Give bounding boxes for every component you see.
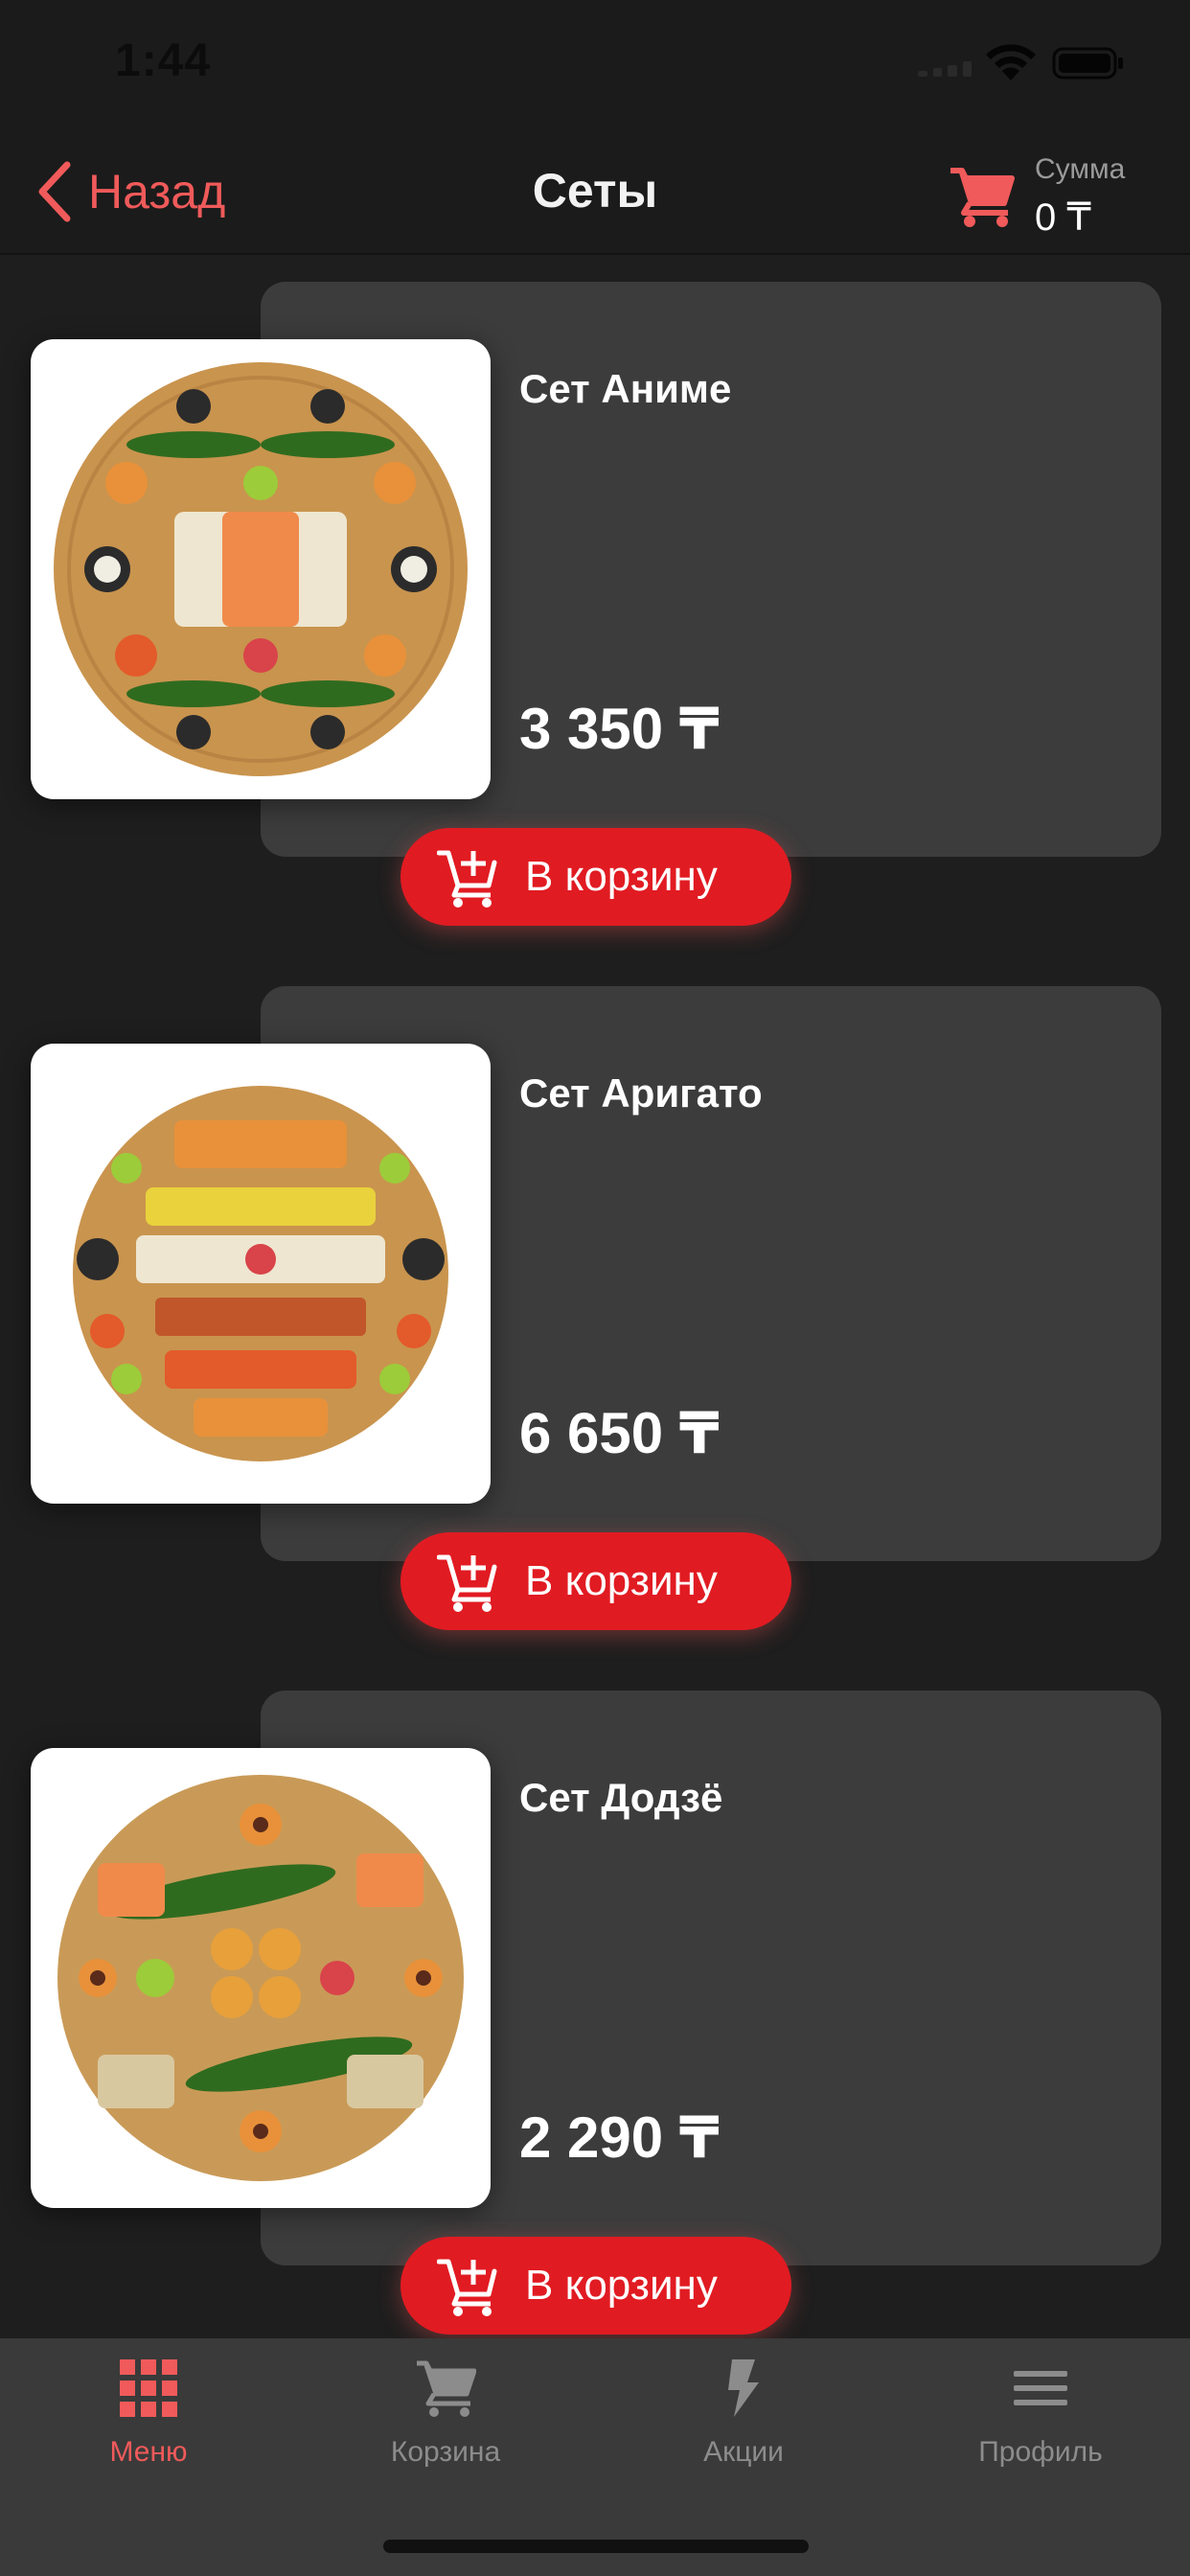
sum-value: 0 ₸ [1035, 196, 1091, 239]
cart-icon [417, 2360, 476, 2417]
add-to-cart-label: В корзину [525, 1557, 718, 1604]
product-name: Сет Аригато [519, 1070, 763, 1116]
tab-promotions[interactable]: Акции [595, 2358, 892, 2472]
product-name: Сет Додзё [519, 1775, 723, 1820]
tab-promotions-label: Акции [703, 2436, 784, 2468]
sushi-set-image [57, 1775, 464, 2181]
home-indicator [383, 2540, 809, 2553]
status-time: 1:44 [115, 35, 212, 86]
tab-cart-label: Корзина [390, 2436, 501, 2468]
product-name: Сет Аниме [519, 366, 732, 411]
product-price: 3 350 ₸ [519, 697, 720, 761]
wifi-icon [986, 44, 1036, 80]
tab-profile-label: Профиль [978, 2436, 1103, 2468]
cart-plus-icon [437, 1554, 497, 1612]
product-image[interactable] [31, 339, 491, 799]
product-image[interactable] [31, 1044, 491, 1504]
lightning-icon [728, 2359, 759, 2417]
sum-label: Сумма [1035, 153, 1126, 185]
tab-profile[interactable]: Профиль [892, 2358, 1189, 2472]
add-to-cart-button[interactable]: В корзину [400, 828, 791, 926]
cellular-signal-icon [918, 61, 972, 77]
navigation-bar: Назад Сеты Сумма 0 ₸ [0, 134, 1190, 255]
add-to-cart-button[interactable]: В корзину [400, 1532, 791, 1630]
product-price: 2 290 ₸ [519, 2105, 720, 2170]
product-price: 6 650 ₸ [519, 1401, 720, 1465]
tab-menu-label: Меню [109, 2436, 188, 2468]
cart-plus-icon [437, 2259, 497, 2316]
cart-plus-icon [437, 850, 497, 908]
product-item: Сет Аниме 3 350 ₸ В корзину [0, 282, 1190, 953]
add-to-cart-button[interactable]: В корзину [400, 2237, 791, 2334]
cart-summary-button[interactable]: Сумма 0 ₸ [949, 148, 1179, 240]
grid-icon [120, 2359, 177, 2417]
sushi-set-image [73, 1086, 448, 1461]
sushi-set-image [54, 362, 468, 776]
menu-lines-icon [1014, 2371, 1067, 2405]
tab-menu[interactable]: Меню [0, 2358, 297, 2472]
add-to-cart-label: В корзину [525, 853, 718, 900]
product-image[interactable] [31, 1748, 491, 2208]
tab-cart[interactable]: Корзина [297, 2358, 594, 2472]
product-item: Сет Аригато 6 650 ₸ В корзину [0, 986, 1190, 1657]
product-item: Сет Додзё 2 290 ₸ В корзину [0, 1690, 1190, 2361]
cart-icon [950, 168, 1015, 227]
battery-icon [1052, 47, 1123, 80]
add-to-cart-label: В корзину [525, 2262, 718, 2309]
status-bar: 1:44 [0, 0, 1190, 134]
